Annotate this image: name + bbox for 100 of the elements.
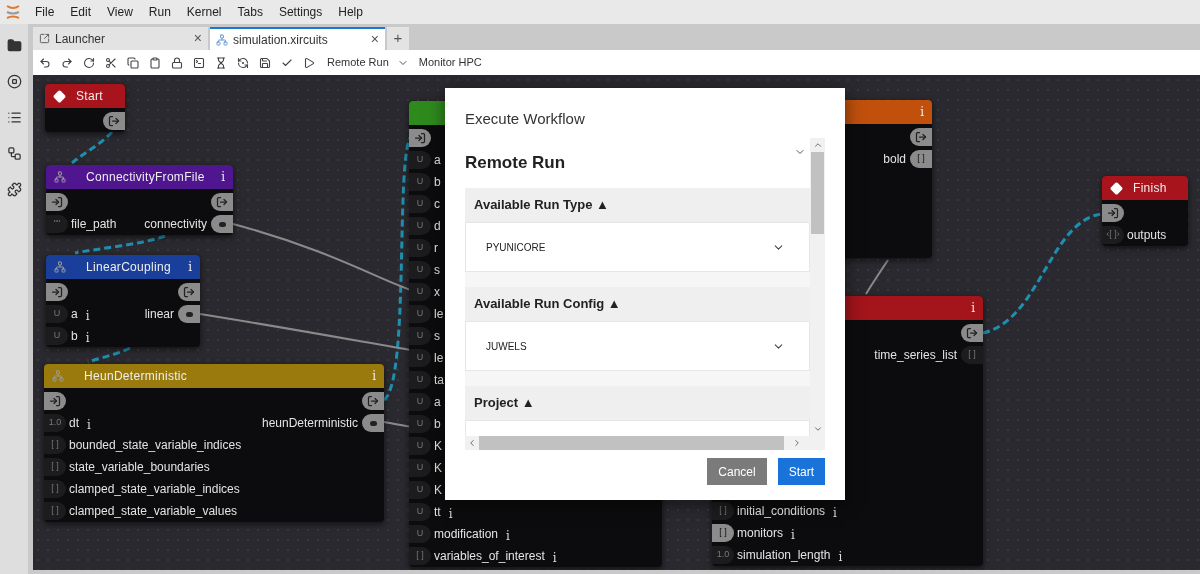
new-tab-button[interactable]: + xyxy=(387,27,409,50)
port-badge[interactable]: U xyxy=(409,437,431,455)
port-badge[interactable]: [ ] xyxy=(44,458,66,476)
node-header[interactable]: HeunDeterministic i xyxy=(44,364,384,388)
info-mark[interactable]: i xyxy=(506,527,510,545)
port-label: K xyxy=(434,438,442,455)
port-label: a xyxy=(71,306,78,323)
node-header[interactable]: Start xyxy=(45,84,125,108)
port-badge[interactable]: [ ] xyxy=(910,150,932,168)
port-badge[interactable]: 1.0 xyxy=(44,414,66,432)
node-header[interactable]: LinearCoupling i xyxy=(46,255,200,279)
menu-item[interactable]: View xyxy=(107,3,133,21)
info-mark[interactable]: i xyxy=(448,505,453,523)
node-header[interactable]: Finish xyxy=(1102,176,1188,200)
port-label: s xyxy=(434,262,440,279)
info-mark[interactable]: i xyxy=(552,549,557,567)
tab-label: simulation.xircuits xyxy=(233,31,328,49)
port-label: b xyxy=(434,416,441,433)
port-badge[interactable]: [ ] xyxy=(961,346,983,364)
port-label: a xyxy=(434,152,441,169)
close-tab-icon[interactable]: × xyxy=(370,29,379,50)
port-label: d xyxy=(434,218,441,235)
port-badge[interactable]: [ ] xyxy=(44,502,66,520)
menu-item[interactable]: File xyxy=(35,3,55,21)
port-badge[interactable]: U xyxy=(409,393,431,411)
port-badge[interactable]: 1.0 xyxy=(712,546,734,564)
port-label: connectivity xyxy=(144,216,207,233)
menu-item[interactable]: Tabs xyxy=(237,3,263,21)
workflow-node[interactable]: LinearCoupling i U a i linear U b i xyxy=(46,255,200,347)
info-mark[interactable]: i xyxy=(838,548,843,566)
info-mark[interactable]: i xyxy=(85,307,90,325)
workflow-node[interactable]: ConnectivityFromFile i "" file_path connectivity xyxy=(46,165,233,235)
close-tab-icon[interactable]: × xyxy=(193,28,202,49)
port-badge[interactable]: [ ] xyxy=(44,436,66,454)
info-mark[interactable]: i xyxy=(791,526,795,544)
port-badge[interactable]: U xyxy=(409,525,431,543)
menu-item[interactable]: Run xyxy=(148,3,171,21)
port-badge[interactable]: U xyxy=(409,173,431,191)
info-mark[interactable]: i xyxy=(85,329,90,347)
info-mark[interactable]: i xyxy=(188,258,192,276)
select-field[interactable]: JUWELS xyxy=(465,321,810,371)
port-badge[interactable]: U xyxy=(409,261,431,279)
workflow-node[interactable]: Start xyxy=(45,84,125,132)
port-badge[interactable]: U xyxy=(409,305,431,323)
start-button[interactable]: Start xyxy=(777,458,825,485)
port-label: x xyxy=(434,284,440,301)
port-badge[interactable]: U xyxy=(409,239,431,257)
menu-item[interactable]: Settings xyxy=(278,3,323,21)
port-badge[interactable]: [ ] xyxy=(712,502,734,520)
port-badge[interactable]: [ ] xyxy=(712,524,734,542)
port-label: K xyxy=(434,482,442,499)
port-badge[interactable]: U xyxy=(409,195,431,213)
port-badge[interactable]: U xyxy=(409,217,431,235)
port-label: linear xyxy=(144,306,174,323)
port-label: bounded_state_variable_indices xyxy=(69,437,242,454)
port-badge[interactable]: U xyxy=(409,151,431,169)
port-badge[interactable]: U xyxy=(409,349,431,367)
cancel-button[interactable]: Cancel xyxy=(707,458,767,485)
menu-item[interactable]: Edit xyxy=(70,3,92,21)
monitor-button[interactable]: Monitor HPC xyxy=(418,54,482,71)
port-badge[interactable]: U xyxy=(409,371,431,389)
port-label: clamped_state_variable_values xyxy=(69,503,238,520)
port-label: tt xyxy=(434,504,441,521)
select-field[interactable]: PYUNICORE xyxy=(465,222,810,272)
node-title: LinearCoupling xyxy=(86,259,171,276)
node-header[interactable]: ConnectivityFromFile i xyxy=(46,165,233,189)
port-badge[interactable]: U xyxy=(409,481,431,499)
port-label: b xyxy=(71,328,78,345)
port-label: ta xyxy=(434,372,444,389)
port-badge[interactable]: U xyxy=(409,283,431,301)
port-badge[interactable]: U xyxy=(409,503,431,521)
port-badge[interactable]: [ ] xyxy=(44,480,66,498)
workflow-node[interactable]: Finish ‹[ ]› outputs xyxy=(1102,176,1188,246)
port-badge[interactable]: U xyxy=(46,327,68,345)
port-badge[interactable]: U xyxy=(409,415,431,433)
info-mark[interactable]: i xyxy=(372,367,376,385)
port-badge[interactable]: U xyxy=(409,459,431,477)
node-title: HeunDeterministic xyxy=(84,368,188,385)
editor-tab[interactable]: Launcher × xyxy=(33,27,208,50)
workflow-node[interactable]: HeunDeterministic i 1.0 dt i heunDeterministic [ ] bounded_state_variable_indices [ ] state_variable_boundaries [ ] clamped_state_variable_indices [ ] clamped_state_variable_values xyxy=(44,364,384,522)
run-mode-dropdown[interactable]: Remote Run xyxy=(327,54,409,71)
section-header[interactable]: Available Run Config ▲ xyxy=(465,287,810,321)
info-mark[interactable]: i xyxy=(221,168,225,186)
info-mark[interactable]: i xyxy=(833,504,837,522)
info-mark[interactable]: i xyxy=(920,103,924,121)
port-badge[interactable]: "" xyxy=(46,215,68,233)
port-badge[interactable]: [ ] xyxy=(409,547,431,565)
info-mark[interactable]: i xyxy=(971,299,975,317)
menu-item[interactable]: Kernel xyxy=(186,3,222,21)
port-badge[interactable]: U xyxy=(46,305,68,323)
menu-item[interactable]: Help xyxy=(338,3,363,21)
section-header[interactable]: Project ▲ xyxy=(465,386,810,420)
port-badge[interactable]: ‹[ ]› xyxy=(1102,226,1124,244)
port-badge[interactable]: U xyxy=(409,327,431,345)
node-title: Finish xyxy=(1133,180,1167,197)
info-mark[interactable]: i xyxy=(87,416,91,434)
editor-tab[interactable]: simulation.xircuits × xyxy=(210,27,385,50)
section-header[interactable]: Available Run Type ▲ xyxy=(465,188,810,222)
port-label: simulation_length xyxy=(737,547,831,564)
port-label: clamped_state_variable_indices xyxy=(69,481,240,498)
